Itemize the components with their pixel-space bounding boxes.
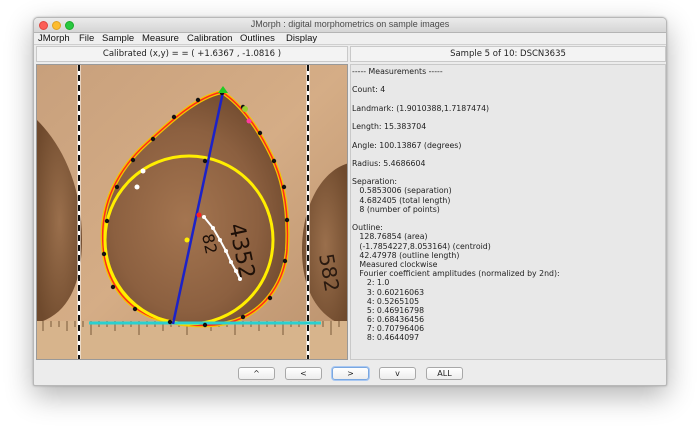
measurement-line: Fourier coefficient amplitudes (normaliz… [352,269,560,279]
measurement-line: (-1.7854227,8.053164) (centroid) [352,241,491,251]
measurement-line: Count: 4 [352,85,386,95]
menu-display[interactable]: Display [286,33,317,45]
up-button[interactable]: ^ [238,367,275,380]
measurement-line: 0.5853006 (separation) [352,186,452,196]
circle-center-marker [184,237,190,243]
measurement-line [352,150,665,159]
menu-outlines[interactable]: Outlines [240,33,275,45]
measurement-line: Landmark: (1.9010388,1.7187474) [352,103,490,113]
measurement-line [352,113,665,122]
measurement-line: Radius: 5.4686604 [352,158,426,168]
measurement-line: 4.682405 (total length) [352,195,451,205]
tip-marker-green [242,106,248,112]
previous-button[interactable]: < [285,367,322,380]
calibrated-coordinates: Calibrated (x,y) = = ( +1.6367 , -1.0816… [36,46,348,62]
measurement-line [352,76,665,85]
measurement-line: Length: 15.383704 [352,122,427,132]
next-button[interactable]: > [332,367,369,380]
measurement-line: 4: 0.5265105 [352,296,420,306]
centroid-marker [196,212,202,218]
sample-image: 582 4352 82 [37,65,347,359]
measurement-line: 2: 1.0 [352,278,390,288]
sample-indicator: Sample 5 of 10: DSCN3635 [350,46,666,62]
measurement-line: 128.76854 (area) [352,232,428,242]
measurement-line [352,214,665,223]
menu-sample[interactable]: Sample [102,33,134,45]
menu-measure[interactable]: Measure [142,33,179,45]
measurement-line: 5: 0.46916798 [352,305,425,315]
measurement-line: 8: 0.4644097 [352,333,420,343]
menu-bar: JMorph File Sample Measure Calibration O… [34,33,666,45]
measurement-line [352,95,665,104]
measurement-line: 42.47978 (outline length) [352,250,460,260]
measurement-line: Outline: [352,223,383,233]
measurement-line [352,168,665,177]
window-title: JMorph : digital morphometrics on sample… [250,19,450,29]
title-bar: JMorph : digital morphometrics on sample… [34,18,666,33]
navigation-buttons: ^ < > v ALL [34,367,666,381]
measurement-line: 7: 0.70796406 [352,324,425,334]
menu-calibration[interactable]: Calibration [187,33,232,45]
measurement-line: Measured clockwise [352,259,438,269]
tip-marker-pink [246,118,252,124]
app-window: JMorph : digital morphometrics on sample… [33,17,667,386]
measurement-line: Separation: [352,177,398,187]
down-button[interactable]: v [379,367,416,380]
all-button[interactable]: ALL [426,367,463,380]
measurement-line: 3: 0.60216063 [352,287,425,297]
sample-image-canvas[interactable]: 582 4352 82 [36,64,348,360]
measurements-panel: ----- Measurements ----- Count: 4 Landmark… [350,64,666,360]
measurement-line: ----- Measurements ----- [352,67,443,76]
measurement-line [352,131,665,140]
measurement-line: 6: 0.68436456 [352,315,425,325]
menu-jmorph[interactable]: JMorph [38,33,70,45]
measurement-line: Angle: 100.13867 (degrees) [352,140,462,150]
measurement-line: 8 (number of points) [352,204,440,214]
menu-file[interactable]: File [79,33,94,45]
